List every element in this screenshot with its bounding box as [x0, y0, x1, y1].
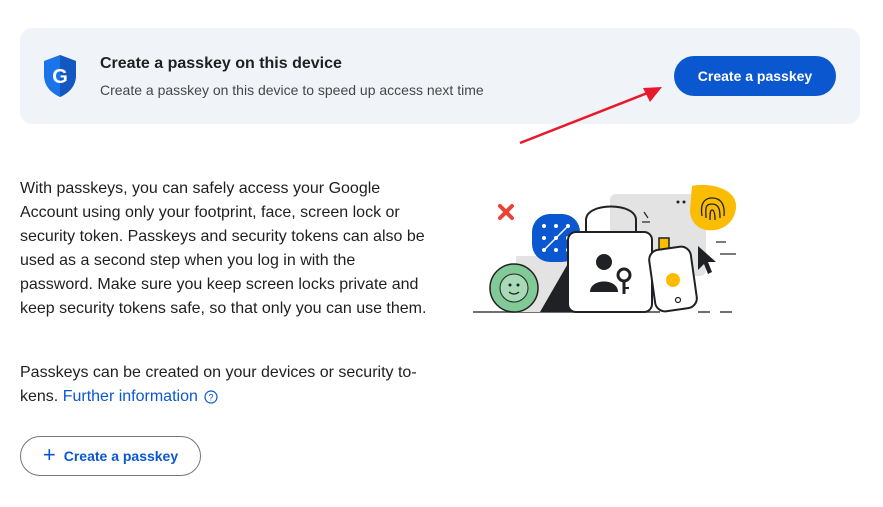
create-passkey-button[interactable]: + Create a passkey [20, 436, 201, 476]
red-x-icon [498, 204, 514, 220]
passkey-info-text: Passkeys can be created on your devices … [20, 361, 432, 409]
banner-title: Create a passkey on this device [100, 55, 342, 72]
svg-text:?: ? [209, 392, 214, 402]
create-passkey-label: Create a passkey [63, 448, 179, 464]
help-circle-icon[interactable]: ? [204, 390, 218, 404]
passkey-description: With passkeys, you can safely access you… [20, 180, 427, 317]
plus-icon: + [42, 442, 56, 467]
red-annotation-arrow [519, 87, 662, 145]
create-passkey-primary-button[interactable]: Create a passkey [674, 56, 836, 96]
google-shield-icon: G [44, 55, 76, 97]
further-information-link[interactable]: Further information [63, 388, 198, 405]
banner-subtitle: Create a passkey on this device to speed… [100, 82, 484, 98]
svg-text:G: G [52, 66, 68, 88]
passkey-banner: G Create a passkey on this device Create… [20, 28, 860, 124]
passkey-illustration [473, 184, 737, 313]
